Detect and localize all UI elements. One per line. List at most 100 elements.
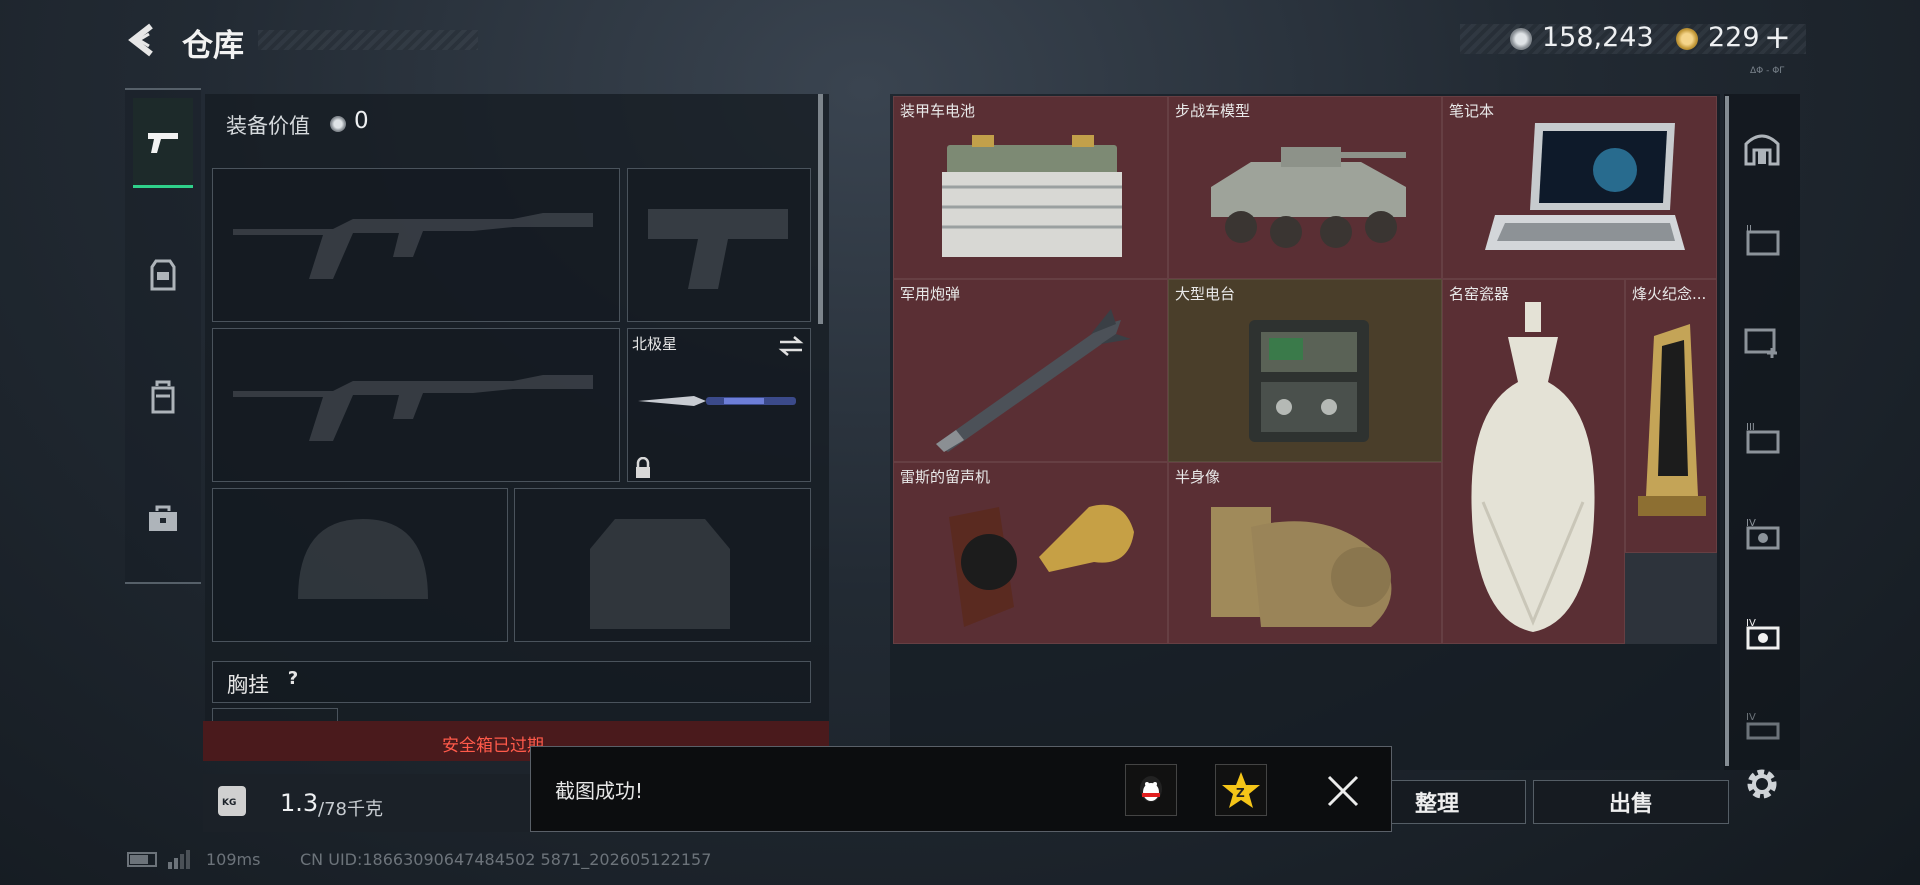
- battery-icon: [127, 852, 157, 867]
- storage-tag: III: [1746, 422, 1755, 433]
- gramophone-icon: [949, 504, 1134, 627]
- item-laptop[interactable]: 笔记本: [1442, 96, 1717, 279]
- item-bust[interactable]: 半身像: [1168, 462, 1442, 644]
- knife-icon: [638, 396, 796, 406]
- fps-readout: ΔΦ - ΦΓ: [1750, 66, 1785, 76]
- qzone-star-icon: Z: [1222, 772, 1260, 808]
- sell-button[interactable]: 出售: [1533, 780, 1729, 824]
- safebox-warning: 安全箱已过期: [442, 736, 544, 756]
- empty-grid-cell[interactable]: [1625, 553, 1717, 644]
- armor-icon: [150, 259, 176, 291]
- pistol-icon: [148, 132, 178, 153]
- back-button[interactable]: [125, 22, 159, 58]
- equipment-value: 0: [354, 108, 369, 134]
- toolbox-icon: [149, 505, 177, 531]
- chest-rig-label: 胸挂: [227, 673, 269, 697]
- storage-4-icon: IV: [1746, 518, 1780, 550]
- pistol-slot[interactable]: [627, 168, 811, 322]
- tab-storage-add[interactable]: [1740, 318, 1784, 362]
- equipment-scrollbar[interactable]: [818, 94, 823, 324]
- porcelain-vase-icon: [1471, 302, 1595, 632]
- back-arrow-icon: [128, 23, 153, 57]
- item-label: 大型电台: [1175, 285, 1236, 303]
- tab-storage-3[interactable]: III: [1740, 416, 1784, 460]
- swap-icon[interactable]: [778, 335, 804, 357]
- tab-vault[interactable]: [1740, 126, 1784, 170]
- right-scrollbar[interactable]: [1725, 96, 1729, 766]
- tab-toolbox[interactable]: [133, 474, 193, 564]
- toast-close-button[interactable]: [1323, 771, 1363, 811]
- help-icon[interactable]: ?: [281, 668, 305, 694]
- tab-backpack[interactable]: [133, 352, 193, 442]
- storage-add-icon: [1744, 328, 1777, 358]
- secondary-weapon-slot[interactable]: [212, 328, 620, 482]
- value-coin-icon: [330, 116, 346, 132]
- share-qq-button[interactable]: [1125, 764, 1177, 816]
- toast: 截图成功! Z: [530, 746, 1392, 832]
- tab-storage-4-selected[interactable]: IV: [1740, 612, 1784, 656]
- item-radio[interactable]: 大型电台: [1168, 279, 1442, 462]
- rifle-silhouette-icon: [233, 213, 593, 279]
- weight-kg-badge: KG: [218, 786, 246, 816]
- item-label: 半身像: [1175, 468, 1221, 486]
- item-label: 雷斯的留声机: [900, 468, 991, 486]
- share-qzone-button[interactable]: Z: [1215, 764, 1267, 816]
- weight-max: /78千克: [318, 799, 383, 820]
- vehicle-icon: [1211, 147, 1406, 248]
- equipment-value-label: 装备价值: [226, 114, 310, 138]
- radio-icon: [1249, 320, 1369, 442]
- add-gold-button[interactable]: +: [1764, 18, 1791, 56]
- gear-icon: [1747, 769, 1777, 799]
- item-porcelain[interactable]: 名窑瓷器: [1442, 279, 1625, 644]
- title-stripe: [258, 30, 478, 50]
- item-label: 烽火纪念...: [1632, 285, 1707, 303]
- rifle-silhouette-icon: [233, 375, 593, 441]
- body-armor-slot[interactable]: [514, 488, 811, 642]
- item-label: 名窑瓷器: [1449, 285, 1510, 303]
- weight-current: 1.3: [280, 789, 319, 817]
- gold-amount: 229: [1708, 22, 1760, 53]
- vest-silhouette-icon: [590, 519, 730, 629]
- primary-weapon-slot[interactable]: [212, 168, 620, 322]
- chest-rig-slot[interactable]: [212, 708, 338, 722]
- storage-3-icon: III: [1746, 422, 1780, 454]
- signal-icon: [168, 850, 192, 869]
- settings-button[interactable]: [1740, 762, 1784, 806]
- tab-storage-4b[interactable]: IV: [1740, 704, 1784, 748]
- storage-tag: II: [1746, 224, 1752, 235]
- backpack-icon: [151, 380, 175, 414]
- lock-icon: [636, 457, 650, 478]
- silver-amount: 158,243: [1542, 22, 1654, 53]
- tab-weapons[interactable]: [133, 98, 193, 188]
- tab-storage-2[interactable]: II: [1740, 218, 1784, 262]
- item-artillery-shell[interactable]: 军用炮弹: [893, 279, 1168, 462]
- storage-tag: IV: [1746, 518, 1756, 529]
- storage-tag: IV: [1746, 618, 1756, 629]
- close-icon: [1327, 775, 1359, 807]
- tab-armor[interactable]: [133, 230, 193, 320]
- page-title: 仓库: [182, 28, 244, 64]
- gold-coin-icon: [1676, 28, 1698, 50]
- silver-coin-icon: [1510, 28, 1532, 50]
- toast-message: 截图成功!: [555, 779, 644, 803]
- ping-readout: 109ms: [206, 850, 261, 869]
- helmet-slot[interactable]: [212, 488, 508, 642]
- uid-readout: CN UID:18663090647484502 5871_2026051221…: [300, 850, 712, 869]
- item-gramophone[interactable]: 雷斯的留声机: [893, 462, 1168, 644]
- item-ifv-model[interactable]: 步战车模型: [1168, 96, 1442, 279]
- vault-icon: [1744, 134, 1780, 166]
- missile-icon: [936, 309, 1131, 452]
- item-battery[interactable]: 装甲车电池: [893, 96, 1168, 279]
- melee-slot[interactable]: 北极星: [627, 328, 811, 482]
- bust-icon: [1211, 507, 1392, 627]
- chest-rig-row[interactable]: 胸挂 ?: [212, 661, 811, 703]
- item-memorial[interactable]: 烽火纪念...: [1625, 279, 1717, 553]
- kg-icon-text: KG: [222, 798, 237, 808]
- tab-storage-4[interactable]: IV: [1740, 512, 1784, 556]
- storage-tag: IV: [1746, 712, 1756, 723]
- melee-item-name: 北极星: [632, 335, 678, 353]
- qq-penguin-icon: [1140, 776, 1162, 802]
- storage-4b-icon: IV: [1746, 712, 1780, 740]
- trophy-icon: [1638, 324, 1706, 516]
- svg-text:Z: Z: [1236, 786, 1245, 800]
